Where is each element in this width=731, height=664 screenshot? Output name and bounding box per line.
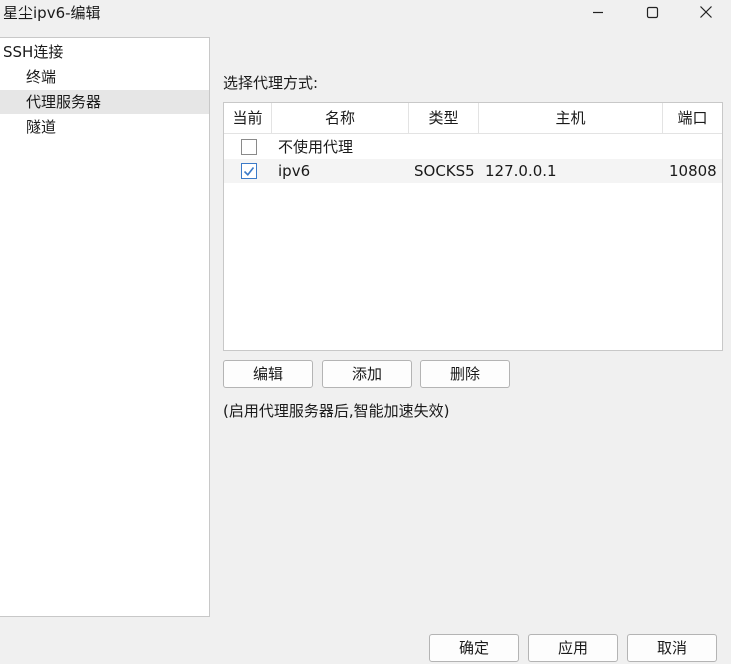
column-header-port[interactable]: 端口 bbox=[663, 103, 722, 133]
table-row[interactable]: 不使用代理 bbox=[224, 135, 722, 159]
tree-item-proxy[interactable]: 代理服务器 bbox=[0, 90, 209, 114]
tree-item-label: 代理服务器 bbox=[26, 93, 102, 111]
tree-item-label: 隧道 bbox=[26, 118, 57, 136]
close-icon bbox=[700, 6, 712, 18]
proxy-name: 不使用代理 bbox=[278, 138, 354, 156]
proxy-hint-text: (启用代理服务器后,智能加速失效) bbox=[223, 402, 450, 420]
tree-item-label: SSH连接 bbox=[3, 43, 64, 61]
checkmark-icon bbox=[243, 167, 255, 177]
minimize-icon bbox=[593, 11, 603, 14]
proxy-section-label: 选择代理方式: bbox=[223, 74, 319, 92]
table-row[interactable]: ipv6 SOCKS5 127.0.0.1 10808 bbox=[224, 159, 722, 183]
proxy-name: ipv6 bbox=[278, 162, 311, 180]
column-header-current[interactable]: 当前 bbox=[224, 103, 272, 133]
column-header-name[interactable]: 名称 bbox=[272, 103, 409, 133]
table-header: 当前 名称 类型 主机 端口 bbox=[224, 103, 722, 134]
tree-item-ssh[interactable]: SSH连接 bbox=[0, 40, 209, 64]
minimize-button[interactable] bbox=[575, 0, 621, 24]
apply-button[interactable]: 应用 bbox=[528, 634, 618, 662]
delete-button[interactable]: 删除 bbox=[420, 360, 510, 388]
column-header-type[interactable]: 类型 bbox=[409, 103, 479, 133]
maximize-icon bbox=[646, 6, 658, 18]
settings-tree: SSH连接 终端 代理服务器 隧道 bbox=[0, 37, 210, 617]
tree-item-label: 终端 bbox=[26, 68, 57, 86]
maximize-button[interactable] bbox=[629, 0, 675, 24]
close-button[interactable] bbox=[683, 0, 729, 24]
proxy-host: 127.0.0.1 bbox=[485, 162, 557, 180]
window-title: 星尘ipv6-编辑 bbox=[3, 4, 101, 22]
proxy-table: 当前 名称 类型 主机 端口 不使用代理 ipv6 SOCKS5 127.0.0… bbox=[223, 102, 723, 351]
proxy-type: SOCKS5 bbox=[414, 162, 475, 180]
column-header-host[interactable]: 主机 bbox=[479, 103, 663, 133]
current-checkbox[interactable] bbox=[241, 139, 257, 155]
proxy-port: 10808 bbox=[669, 162, 717, 180]
tree-item-tunnel[interactable]: 隧道 bbox=[0, 115, 209, 139]
cancel-button[interactable]: 取消 bbox=[627, 634, 717, 662]
edit-button[interactable]: 编辑 bbox=[223, 360, 313, 388]
title-bar: 星尘ipv6-编辑 bbox=[0, 0, 731, 26]
tree-item-terminal[interactable]: 终端 bbox=[0, 65, 209, 89]
ok-button[interactable]: 确定 bbox=[429, 634, 519, 662]
current-checkbox[interactable] bbox=[241, 163, 257, 179]
add-button[interactable]: 添加 bbox=[322, 360, 412, 388]
